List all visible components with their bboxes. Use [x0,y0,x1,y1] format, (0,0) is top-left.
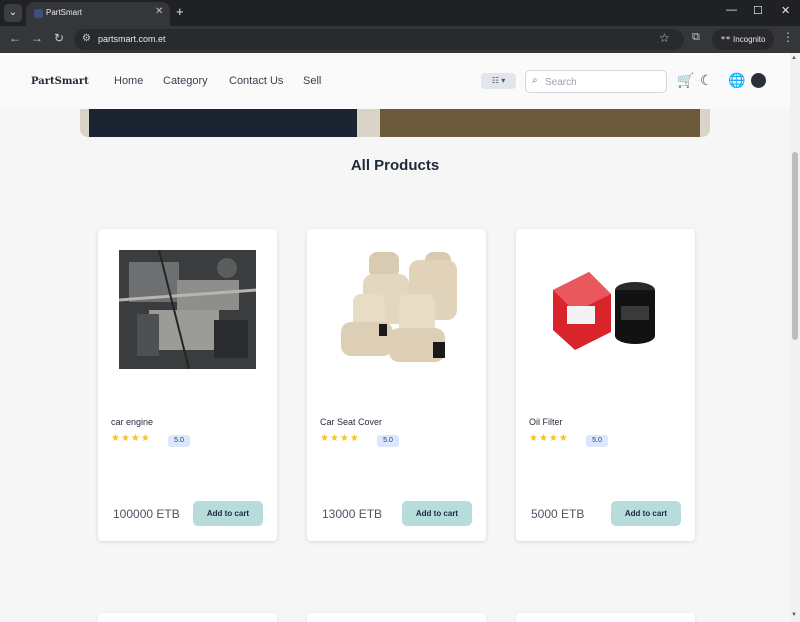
filter-dropdown-button[interactable]: ☷ ▾ [481,73,516,89]
site-info-icon[interactable]: ⚙ [82,33,91,44]
maximize-icon[interactable]: ☐ [753,4,763,17]
hero-image-right [380,109,700,137]
incognito-badge[interactable]: 👓 Incognito [712,29,774,50]
product-price: 13000 ETB [322,507,383,521]
page-viewport: PartSmart Home Category Contact Us Sell … [0,53,790,622]
scroll-up-arrow-icon[interactable]: ▲ [791,55,797,61]
search-input[interactable] [545,76,660,89]
engine-image [119,250,256,369]
scrollbar-thumb[interactable] [792,152,798,340]
rating-badge: 5.0 [168,435,190,447]
address-bar[interactable]: ⚙ partsmart.com.et ☆ [74,29,684,50]
section-title: All Products [350,157,440,174]
search-box: ⌕ [525,70,667,93]
forward-icon[interactable]: → [31,31,43,45]
product-name[interactable]: Oil Filter [529,417,563,427]
url-text: partsmart.com.et [98,34,166,44]
rating-badge: 5.0 [377,435,399,447]
product-card[interactable]: Car Seat Cover ★★★★ 5.0 13000 ETB Add to… [307,229,486,541]
filter-icon: ☷ [491,76,499,85]
tab-title: PartSmart [46,8,83,17]
incognito-icon: 👓 [720,33,732,43]
oil-filter-image [545,250,665,369]
browser-toolbar: ← → ↻ ⚙ partsmart.com.et ☆ ⧉ 👓 Incognito… [0,26,800,53]
cart-icon[interactable]: 🛒 [677,72,694,89]
product-price: 100000 ETB [113,507,180,521]
scroll-down-arrow-icon[interactable]: ▼ [791,612,797,618]
product-card[interactable] [98,613,277,622]
browser-tab-bar: ⌄ PartSmart ✕ + — ☐ ✕ [0,0,800,26]
search-icon: ⌕ [532,75,538,86]
rating-badge: 5.0 [586,435,608,447]
chevron-down-icon: ▾ [501,76,506,85]
star-rating-icon: ★★★★ [320,433,360,444]
product-card[interactable]: car engine ★★★★ 5.0 100000 ETB Add to ca… [98,229,277,541]
close-icon[interactable]: ✕ [155,6,163,17]
bookmark-star-icon[interactable]: ☆ [659,31,670,45]
minimize-icon[interactable]: — [726,4,737,16]
incognito-label: Incognito [733,35,766,44]
product-card[interactable]: Oil Filter ★★★★ 5.0 5000 ETB Add to cart [516,229,695,541]
new-tab-icon[interactable]: + [176,4,184,19]
brand-logo[interactable]: PartSmart [31,76,89,87]
nav-category[interactable]: Category [163,75,208,87]
star-rating-icon: ★★★★ [111,433,151,444]
extensions-icon[interactable]: ⧉ [692,31,700,44]
reload-icon[interactable]: ↻ [54,31,64,45]
dark-mode-moon-icon[interactable]: ☾ [700,72,713,89]
nav-home[interactable]: Home [114,75,143,87]
site-header: PartSmart Home Category Contact Us Sell … [0,53,790,109]
product-name[interactable]: Car Seat Cover [320,417,382,427]
tab-search-icon[interactable]: ⌄ [4,4,22,22]
hero-image-left [89,109,357,137]
site-favicon-icon [34,9,43,18]
add-to-cart-button[interactable]: Add to cart [611,501,681,526]
seat-cover-image [333,250,460,369]
back-icon[interactable]: ← [9,31,21,45]
page-scrollbar[interactable]: ▲ ▼ [790,53,800,622]
product-card[interactable] [516,613,695,622]
user-avatar-icon[interactable] [751,73,766,88]
browser-tab[interactable]: PartSmart ✕ [26,2,170,26]
language-globe-icon[interactable]: 🌐 [728,72,745,89]
star-rating-icon: ★★★★ [529,433,569,444]
nav-contact-us[interactable]: Contact Us [229,75,283,87]
product-name[interactable]: car engine [111,417,153,427]
product-price: 5000 ETB [531,507,585,521]
menu-kebab-icon[interactable]: ⋮ [782,30,794,44]
add-to-cart-button[interactable]: Add to cart [193,501,263,526]
product-card[interactable] [307,613,486,622]
nav-sell[interactable]: Sell [303,75,321,87]
add-to-cart-button[interactable]: Add to cart [402,501,472,526]
window-close-icon[interactable]: ✕ [781,4,790,17]
hero-banner-image [80,109,710,137]
